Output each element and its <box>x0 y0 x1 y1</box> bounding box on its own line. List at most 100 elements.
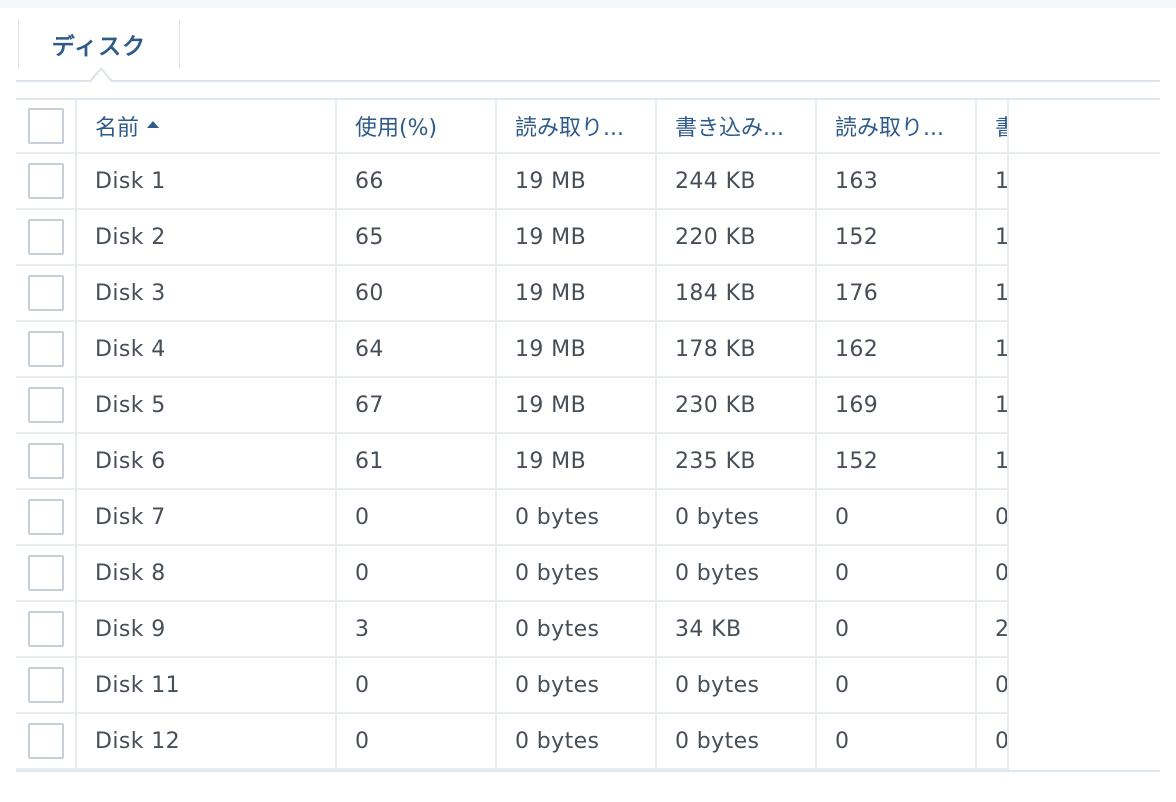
row-select-cell <box>16 433 77 490</box>
row-checkbox[interactable] <box>27 611 64 647</box>
cell-usage: 0 <box>336 657 497 714</box>
column-header-write-2[interactable]: 書き込み... <box>976 100 1009 154</box>
storage-disk-panel: ディスク 名前 使用(%) 読み取り... 書き込み... 読み取り... Di… <box>0 0 1176 802</box>
column-header-usage[interactable]: 使用(%) <box>336 100 497 154</box>
cell-write-1: 0 bytes <box>656 713 817 770</box>
row-filler <box>1008 377 1160 433</box>
row-checkbox[interactable] <box>27 163 64 199</box>
cell-read-2: 0 <box>816 545 977 602</box>
cell-read-2: 176 <box>816 265 977 322</box>
row-checkbox[interactable] <box>27 499 64 535</box>
header-filler <box>1008 100 1160 154</box>
table-row[interactable]: Disk 700 bytes 0 bytes 0 0 <box>16 489 1160 546</box>
table-row[interactable]: Disk 16619 MB244 KB16317 <box>16 153 1160 210</box>
cell-usage: 0 <box>336 713 497 770</box>
row-select-cell <box>16 489 77 546</box>
column-header-label: 使用(%) <box>355 116 438 141</box>
select-all-checkbox[interactable] <box>27 108 64 144</box>
table-row[interactable]: Disk 36019 MB184 KB17616 <box>16 265 1160 322</box>
row-filler <box>1008 433 1160 489</box>
column-header-label: 読み取り... <box>835 116 944 141</box>
row-select-cell <box>16 265 77 322</box>
sort-ascending-icon <box>147 120 160 128</box>
cell-write-1: 0 bytes <box>656 489 817 546</box>
cell-name: Disk 1 <box>76 153 337 210</box>
cell-write-2: 13 <box>976 321 1009 378</box>
row-filler <box>1008 713 1160 769</box>
table-row[interactable]: Disk 26519 MB220 KB15215 <box>16 209 1160 266</box>
cell-write-2: 17 <box>976 153 1009 210</box>
cell-write-2: 0 <box>976 489 1009 546</box>
row-checkbox[interactable] <box>27 443 64 479</box>
cell-read-1: 0 bytes <box>496 713 657 770</box>
row-checkbox[interactable] <box>27 331 64 367</box>
cell-name: Disk 11 <box>76 657 337 714</box>
cell-read-2: 152 <box>816 433 977 490</box>
cell-name: Disk 2 <box>76 209 337 266</box>
column-header-name[interactable]: 名前 <box>76 100 337 154</box>
cell-write-2: 16 <box>976 265 1009 322</box>
cell-read-2: 0 <box>816 489 977 546</box>
cell-read-1: 19 MB <box>496 321 657 378</box>
header-select-all-cell <box>16 100 77 154</box>
row-select-cell <box>16 377 77 434</box>
row-checkbox[interactable] <box>27 555 64 591</box>
table-header-row: 名前 使用(%) 読み取り... 書き込み... 読み取り... 書き込み... <box>16 100 1160 154</box>
row-checkbox[interactable] <box>27 667 64 703</box>
cell-write-2: 0 <box>976 545 1009 602</box>
column-header-read-2[interactable]: 読み取り... <box>816 100 977 154</box>
row-select-cell <box>16 601 77 658</box>
column-header-label: 読み取り... <box>515 116 624 141</box>
cell-write-2: 16 <box>976 377 1009 434</box>
cell-read-2: 163 <box>816 153 977 210</box>
disk-table: 名前 使用(%) 読み取り... 書き込み... 読み取り... 書き込み...… <box>16 98 1160 772</box>
row-select-cell <box>16 209 77 266</box>
cell-write-2: 2 <box>976 601 1009 658</box>
row-checkbox[interactable] <box>27 387 64 423</box>
table-row[interactable]: Disk 800 bytes 0 bytes 0 0 <box>16 545 1160 602</box>
cell-read-1: 19 MB <box>496 153 657 210</box>
row-checkbox[interactable] <box>27 219 64 255</box>
cell-name: Disk 5 <box>76 377 337 434</box>
cell-write-1: 184 KB <box>656 265 817 322</box>
cell-read-1: 19 MB <box>496 433 657 490</box>
top-band <box>0 0 1176 8</box>
tab-disk-label: ディスク <box>51 34 147 60</box>
cell-write-1: 235 KB <box>656 433 817 490</box>
cell-read-2: 169 <box>816 377 977 434</box>
table-row[interactable]: Disk 930 bytes 34 KB 0 2 <box>16 601 1160 658</box>
cell-name: Disk 4 <box>76 321 337 378</box>
cell-usage: 61 <box>336 433 497 490</box>
table-row[interactable]: Disk 56719 MB230 KB16916 <box>16 377 1160 434</box>
column-header-write-1[interactable]: 書き込み... <box>656 100 817 154</box>
column-header-read-1[interactable]: 読み取り... <box>496 100 657 154</box>
cell-read-1: 19 MB <box>496 377 657 434</box>
row-checkbox[interactable] <box>27 723 64 759</box>
column-header-label: 書き込み... <box>675 116 784 141</box>
tab-disk[interactable]: ディスク <box>18 20 180 68</box>
cell-read-1: 19 MB <box>496 265 657 322</box>
row-select-cell <box>16 321 77 378</box>
cell-name: Disk 6 <box>76 433 337 490</box>
cell-usage: 64 <box>336 321 497 378</box>
table-row[interactable]: Disk 11 0 0 bytes 0 bytes 0 0 <box>16 657 1160 714</box>
row-filler <box>1008 153 1160 209</box>
row-select-cell <box>16 657 77 714</box>
cell-read-2: 0 <box>816 713 977 770</box>
cell-name: Disk 7 <box>76 489 337 546</box>
cell-name: Disk 8 <box>76 545 337 602</box>
cell-read-1: 0 bytes <box>496 545 657 602</box>
cell-read-2: 0 <box>816 601 977 658</box>
cell-write-2: 0 <box>976 657 1009 714</box>
cell-write-2: 0 <box>976 713 1009 770</box>
row-filler <box>1008 601 1160 657</box>
cell-read-2: 0 <box>816 657 977 714</box>
cell-usage: 60 <box>336 265 497 322</box>
row-checkbox[interactable] <box>27 275 64 311</box>
cell-write-1: 220 KB <box>656 209 817 266</box>
table-row[interactable]: Disk 12 0 0 bytes 0 bytes 0 0 <box>16 713 1160 770</box>
cell-read-1: 0 bytes <box>496 657 657 714</box>
active-tab-indicator-fill <box>91 70 111 82</box>
table-row[interactable]: Disk 66119 MB235 KB15216 <box>16 433 1160 490</box>
table-row[interactable]: Disk 46419 MB178 KB16213 <box>16 321 1160 378</box>
